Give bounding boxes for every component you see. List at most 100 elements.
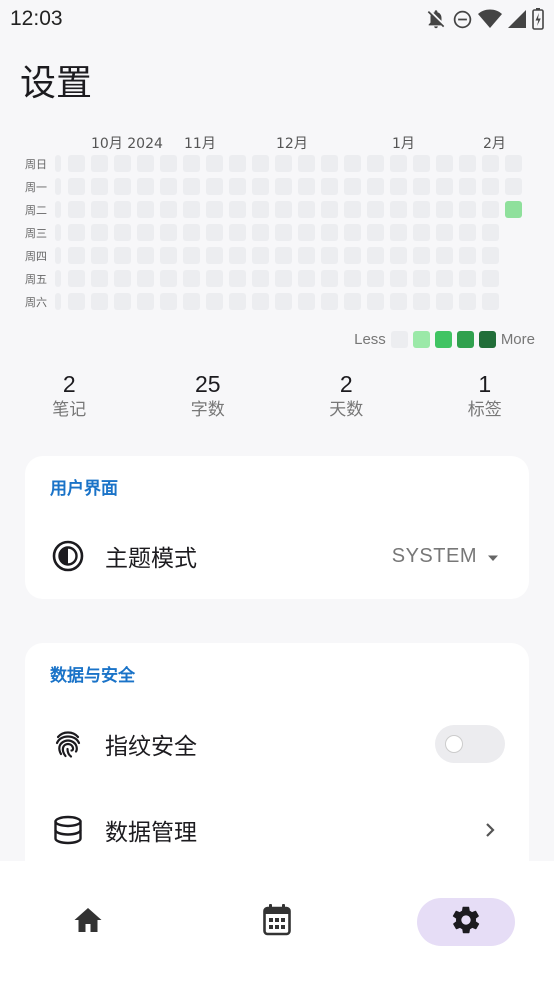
heatmap-cell — [459, 270, 476, 287]
heatmap-cell — [229, 201, 246, 218]
heatmap-cell — [55, 178, 61, 195]
heatmap-cell — [183, 270, 200, 287]
stat-value: 2 — [339, 371, 353, 397]
stat-tags: 1 标签 — [416, 370, 554, 422]
fingerprint-security-label: 指纹安全 — [105, 734, 197, 760]
heatmap-cell — [390, 155, 407, 172]
heatmap-weekday-label: 周一 — [25, 181, 47, 194]
heatmap-cell — [68, 293, 85, 310]
heatmap-cell — [55, 201, 61, 218]
heatmap-cell — [390, 247, 407, 264]
heatmap-cell — [252, 201, 269, 218]
heatmap-cell — [91, 293, 108, 310]
heatmap-cell — [321, 293, 338, 310]
heatmap-cell — [367, 247, 384, 264]
stat-label: 标签 — [467, 400, 502, 420]
heatmap-cell — [68, 201, 85, 218]
data-management-row[interactable]: 数据管理 — [25, 800, 529, 860]
heatmap-cell — [160, 224, 177, 241]
theme-mode-selector[interactable]: SYSTEM — [392, 545, 499, 568]
heatmap-cell — [436, 178, 453, 195]
heatmap-cell — [91, 201, 108, 218]
heatmap-cell — [298, 224, 315, 241]
heatmap-cell — [413, 247, 430, 264]
heatmap-cell — [436, 201, 453, 218]
fingerprint-toggle-wrap — [435, 725, 505, 763]
heatmap-cell — [482, 155, 499, 172]
heatmap-cell — [160, 293, 177, 310]
heatmap-month-label: 12月 — [276, 136, 308, 152]
heatmap-cell — [482, 247, 499, 264]
heatmap-cell — [229, 293, 246, 310]
heatmap-weekday-label: 周五 — [25, 273, 47, 286]
theme-mode-label: 主题模式 — [105, 546, 197, 572]
heatmap-cell — [206, 293, 223, 310]
bottom-navigation — [0, 861, 554, 984]
data-management-label: 数据管理 — [105, 820, 197, 846]
heatmap-cell — [114, 201, 131, 218]
heatmap-cell — [367, 155, 384, 172]
heatmap-cell — [55, 247, 61, 264]
heatmap-cell — [55, 224, 61, 241]
heatmap-cell — [436, 224, 453, 241]
battery-icon — [532, 8, 544, 30]
heatmap-cell — [206, 178, 223, 195]
heatmap-cell — [91, 224, 108, 241]
heatmap-cell — [344, 247, 361, 264]
heatmap-cell — [252, 247, 269, 264]
heatmap-cell — [114, 178, 131, 195]
heatmap-cell — [321, 155, 338, 172]
heatmap-cell — [459, 155, 476, 172]
section-title-data-security: 数据与安全 — [50, 666, 135, 686]
heatmap-cell — [206, 201, 223, 218]
stat-label: 天数 — [329, 400, 364, 420]
chevron-right-icon — [485, 822, 495, 838]
heatmap-cell — [91, 247, 108, 264]
heatmap-cell — [68, 224, 85, 241]
page-title: 设置 — [20, 63, 93, 104]
heatmap-cell — [298, 178, 315, 195]
heatmap-cell — [298, 270, 315, 287]
heatmap-cell — [206, 270, 223, 287]
heatmap-cell — [68, 178, 85, 195]
legend-swatch-1 — [412, 331, 430, 348]
nav-calendar[interactable] — [228, 898, 326, 946]
heatmap-cell-active — [505, 201, 522, 218]
heatmap-cell — [252, 270, 269, 287]
heatmap-cell — [206, 155, 223, 172]
heatmap-cell — [275, 155, 292, 172]
heatmap-cell — [344, 201, 361, 218]
heatmap-cell — [344, 293, 361, 310]
nav-home[interactable] — [39, 898, 137, 946]
heatmap-cell — [91, 155, 108, 172]
theme-mode-row[interactable]: 主题模式 SYSTEM — [25, 526, 529, 586]
heatmap-cell — [275, 224, 292, 241]
stats-row: 2 笔记 25 字数 2 天数 1 标签 — [0, 370, 554, 422]
heatmap-cell — [114, 247, 131, 264]
do-not-disturb-icon — [452, 9, 473, 30]
heatmap-month-label: 11月 — [184, 136, 216, 152]
fingerprint-security-row[interactable]: 指纹安全 — [25, 714, 529, 774]
theme-mode-value: SYSTEM — [391, 544, 477, 567]
stat-notes: 2 笔记 — [0, 370, 139, 422]
heatmap-cell — [390, 293, 407, 310]
nav-settings[interactable] — [417, 898, 515, 946]
heatmap-cell — [505, 178, 522, 195]
heatmap-cell — [321, 178, 338, 195]
heatmap-cell — [413, 293, 430, 310]
heatmap-cell — [413, 224, 430, 241]
heatmap-cell — [252, 155, 269, 172]
heatmap-cell — [344, 155, 361, 172]
toggle-knob — [445, 735, 463, 753]
heatmap-cell — [390, 201, 407, 218]
heatmap-cell — [160, 201, 177, 218]
heatmap-cell — [137, 270, 154, 287]
heatmap-cell — [206, 224, 223, 241]
heatmap-cell — [344, 178, 361, 195]
heatmap-cell — [114, 270, 131, 287]
legend-more-label: More — [500, 331, 535, 348]
fingerprint-toggle[interactable] — [435, 725, 505, 763]
heatmap-cell — [252, 224, 269, 241]
heatmap-cell — [91, 270, 108, 287]
heatmap-cell — [114, 224, 131, 241]
